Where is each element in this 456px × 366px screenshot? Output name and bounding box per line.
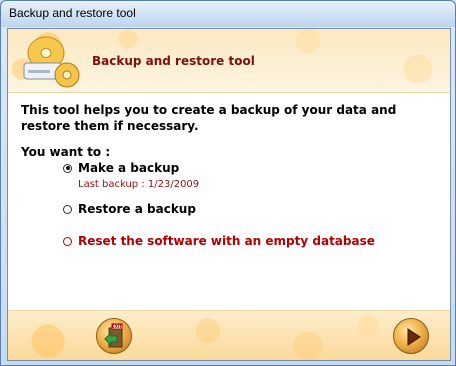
option-restore-backup[interactable]: Restore a backup [63, 202, 196, 216]
exit-sign-label: EXIT [112, 324, 122, 329]
option-label: Make a backup [78, 161, 180, 175]
option-label: Reset the software with an empty databas… [78, 234, 375, 248]
option-reset-database[interactable]: Reset the software with an empty databas… [63, 234, 375, 248]
play-arrow-icon [407, 328, 421, 346]
radio-make-backup[interactable] [63, 163, 72, 173]
question-label: You want to : [21, 145, 111, 159]
header-title: Backup and restore tool [92, 54, 255, 68]
window-title: Backup and restore tool [9, 6, 136, 20]
exit-button[interactable]: EXIT [96, 318, 132, 354]
last-backup-label: Last backup : 1/23/2009 [78, 179, 200, 190]
exit-door-icon: EXIT [104, 323, 123, 348]
title-bar[interactable]: Backup and restore tool [1, 1, 455, 27]
dialog-client: Backup and restore tool This tool helps … [7, 28, 451, 361]
window: Backup and restore tool Backup and resto… [0, 0, 456, 366]
header-banner: Backup and restore tool [8, 29, 450, 93]
next-button[interactable] [393, 318, 429, 354]
radio-reset-database[interactable] [63, 236, 72, 246]
option-make-backup[interactable]: Make a backup [63, 161, 179, 175]
radio-restore-backup[interactable] [63, 204, 72, 214]
option-label: Restore a backup [78, 202, 196, 216]
backup-disk-icon [23, 36, 80, 88]
footer-bar: EXIT [8, 310, 450, 360]
intro-text: This tool helps you to create a backup o… [21, 103, 397, 133]
